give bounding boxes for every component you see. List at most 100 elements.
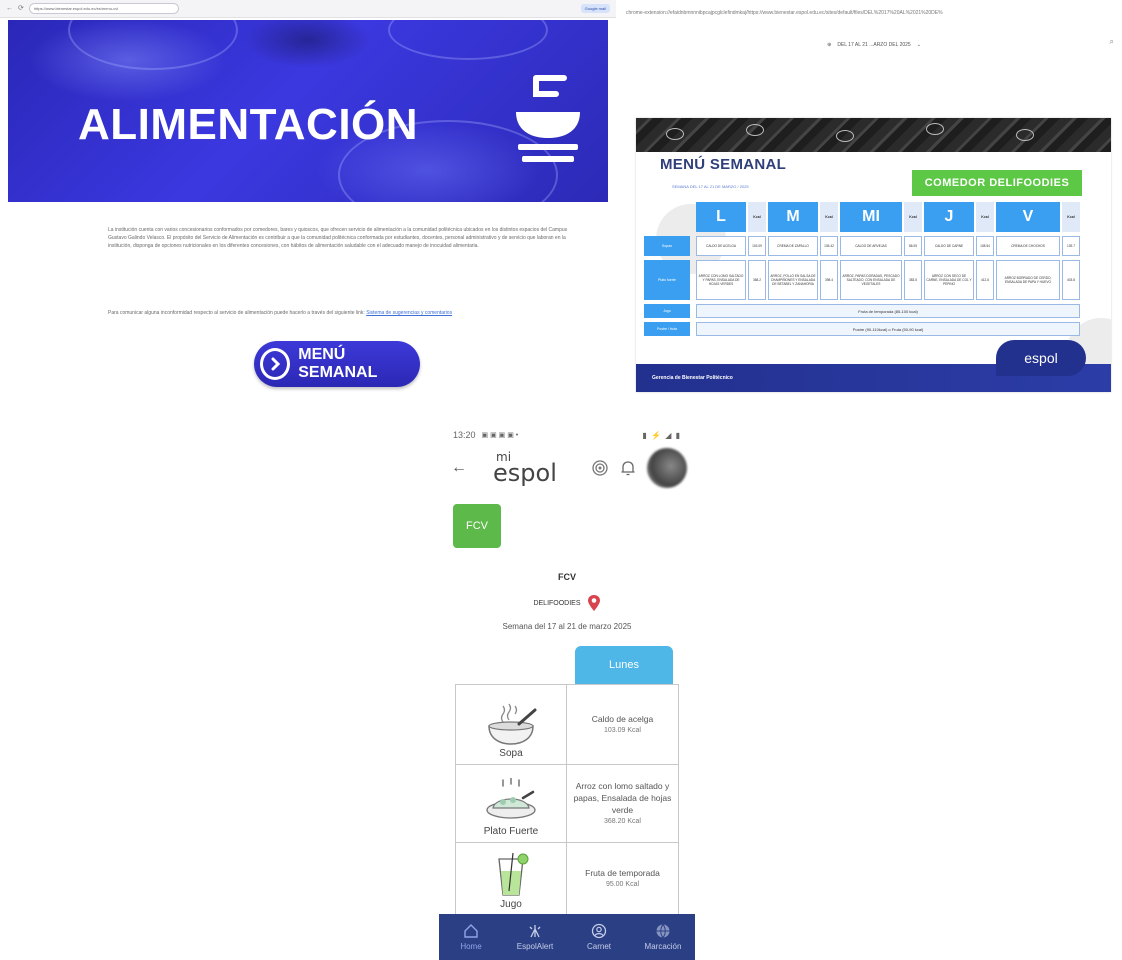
row-label-plato-fuerte: Plato fuerte (644, 260, 690, 300)
kcal-cell: 368.2 (748, 260, 766, 300)
table-row: Sopa Caldo de acelga 103.09 Kcal (456, 685, 678, 765)
comedor-row: DELIFOODIES (439, 594, 695, 612)
juice-cell: Jugo (456, 843, 567, 915)
juice-glass-icon (498, 852, 529, 896)
kcal-header: Kcal (904, 202, 922, 232)
soup-bowl-icon (488, 703, 537, 745)
table-row: Plato Fuerte Arroz con lomo saltado y pa… (456, 765, 678, 843)
kcal-cell: 108.54 (976, 236, 994, 256)
kcal-header: Kcal (976, 202, 994, 232)
globe-icon[interactable]: ⊕ (827, 42, 831, 48)
comedor-name: DELIFOODIES (533, 599, 581, 607)
course-name: Plato Fuerte (483, 826, 539, 837)
plate-decoration (388, 20, 548, 60)
plate-decoration (68, 20, 238, 70)
alert-tower-icon (529, 925, 541, 938)
day-header-mi: MI (840, 202, 902, 232)
home-icon (464, 924, 478, 938)
soup-cell: CREMA DE ZAPALLO (768, 236, 818, 256)
week-label: Semana del 17 al 21 de marzo 2025 (502, 622, 632, 631)
address-bar[interactable]: https://www.bienestar.espol.edu.ec/es/me… (28, 3, 179, 14)
radar-icon[interactable] (591, 459, 609, 477)
globe-icon (656, 924, 670, 938)
weekly-menu-label: MENÚ SEMANAL (298, 346, 378, 381)
contact-text: Para comunicar alguna inconformidad resp… (108, 309, 568, 317)
menu-title: MENÚ SEMANAL (660, 156, 787, 173)
doodle (746, 124, 764, 136)
pdf-document-title: DEL 17 AL 21 ...ARZO DEL 2025 (837, 42, 911, 48)
kcal-header: Kcal (820, 202, 838, 232)
url-text: https://www.bienestar.espol.edu.ec/es/me… (33, 6, 119, 11)
kcal-cell: 139.7 (1062, 236, 1080, 256)
avatar[interactable] (647, 448, 687, 488)
nav-label: EspolAlert (516, 942, 554, 951)
nav-label: Marcación (644, 942, 682, 951)
status-bar: 13:20 ▣ ▣ ▣ ▣ • ▮ ⚡ ◢ ▮ (439, 424, 695, 446)
main-dish-cell: Plato Fuerte (456, 765, 567, 842)
kcal-cell: 398.4 (820, 260, 838, 300)
nav-home[interactable]: Home (439, 914, 503, 960)
footer-text: Gerencia de Bienestar Politécnico (652, 375, 733, 381)
nav-label: Carnet (586, 942, 611, 951)
logo-espol: espol (493, 458, 557, 487)
pdf-toolbar: ⊕ DEL 17 AL 21 ...ARZO DEL 2025 ⌄ ⌕ (626, 34, 1122, 56)
faculty-tile[interactable]: FCV (453, 504, 501, 548)
browser-extension-button[interactable]: Google mail (580, 4, 610, 13)
search-icon[interactable]: ⌕ (1110, 37, 1114, 47)
back-arrow-icon[interactable]: ← (445, 459, 473, 477)
nav-marcacion[interactable]: Marcación (631, 914, 695, 960)
reload-icon[interactable]: ⟳ (18, 5, 24, 12)
main-dish-cell: ARROZ BORRADO DE CERDO, ENSALADA DE PAPA… (996, 260, 1060, 300)
kcal-header: Kcal (1062, 202, 1080, 232)
doodle (926, 123, 944, 135)
kcal-cell: 135.42 (820, 236, 838, 256)
menu-week: SEMANA DEL 17 AL 21 DE MARZO / 2025 (672, 184, 749, 189)
pdf-viewer-panel: chrome-extension://efaidnbmnnnibpcajpcgl… (626, 0, 1122, 400)
nav-espolalert[interactable]: EspolAlert (503, 914, 567, 960)
location-pin-icon[interactable] (587, 594, 601, 612)
day-header-m: M (768, 202, 818, 232)
daily-menu-table: Sopa Caldo de acelga 103.09 Kcal Plato F… (455, 684, 679, 916)
service-description: La institución cuenta con varios concesi… (108, 227, 568, 249)
doodle (666, 128, 684, 140)
nav-label: Home (460, 942, 482, 951)
bottom-navigation: Home EspolAlert Carnet Marcación (439, 914, 695, 960)
dish-description: Fruta de temporada (585, 868, 660, 878)
main-dish-cell: ARROZ CON LOMO SALTADO Y PAPAS, ENSALADA… (696, 260, 746, 300)
notification-icons: ▣ ▣ ▣ ▣ • (481, 432, 519, 439)
kcal-cell: 86.05 (904, 236, 922, 256)
kcal-cell: 383.5 (904, 260, 922, 300)
soup-cell: CREMA DE CHOCHOS (996, 236, 1060, 256)
food-bowl-icon (516, 75, 580, 162)
suggestions-link[interactable]: Sistema de sugerencias y comentarios (366, 310, 452, 316)
chevron-down-icon[interactable]: ⌄ (917, 42, 921, 48)
dish-info: Fruta de temporada 95.00 Kcal (567, 843, 678, 915)
day-header-l: L (696, 202, 746, 232)
comedor-name: COMEDOR DELIFOODIES (912, 170, 1082, 196)
mi-espol-logo: mi espol (493, 451, 557, 487)
back-icon[interactable]: ← (6, 5, 13, 12)
pdf-page: MENÚ SEMANAL SEMANA DEL 17 AL 21 DE MARZ… (636, 118, 1111, 392)
app-header: ← mi espol (439, 446, 695, 490)
dish-kcal: 95.00 Kcal (605, 881, 640, 888)
tab-lunes[interactable]: Lunes (575, 646, 673, 684)
food-pattern-strip (636, 118, 1111, 152)
dish-description: Caldo de acelga (591, 713, 654, 724)
nav-carnet[interactable]: Carnet (567, 914, 631, 960)
espol-logo: espol (996, 340, 1086, 376)
main-dish-cell: ARROZ, POLLO EN SALSA DE CHAMPIÑONES Y E… (768, 260, 818, 300)
hero-title: ALIMENTACIÓN (78, 100, 419, 149)
bell-icon[interactable] (619, 459, 637, 477)
main-dish-cell: ARROZ CON SECO DE CARNE, ENSALADA DE COL… (924, 260, 974, 300)
chevron-right-icon (260, 348, 291, 380)
status-indicators: ▮ ⚡ ◢ ▮ (642, 430, 681, 440)
header-actions (591, 448, 695, 488)
place-title: FCV (558, 572, 576, 582)
hero-banner: ALIMENTACIÓN (8, 20, 608, 202)
dish-kcal: 103.09 Kcal (603, 726, 641, 734)
weekly-menu-button[interactable]: MENÚ SEMANAL (254, 341, 420, 387)
kcal-header: Kcal (748, 202, 766, 232)
day-header-v: V (996, 202, 1060, 232)
dessert-row: Postre (90-110kcal) o Fruta (50-90 kcal) (696, 322, 1080, 336)
kcal-cell: 103.09 (748, 236, 766, 256)
